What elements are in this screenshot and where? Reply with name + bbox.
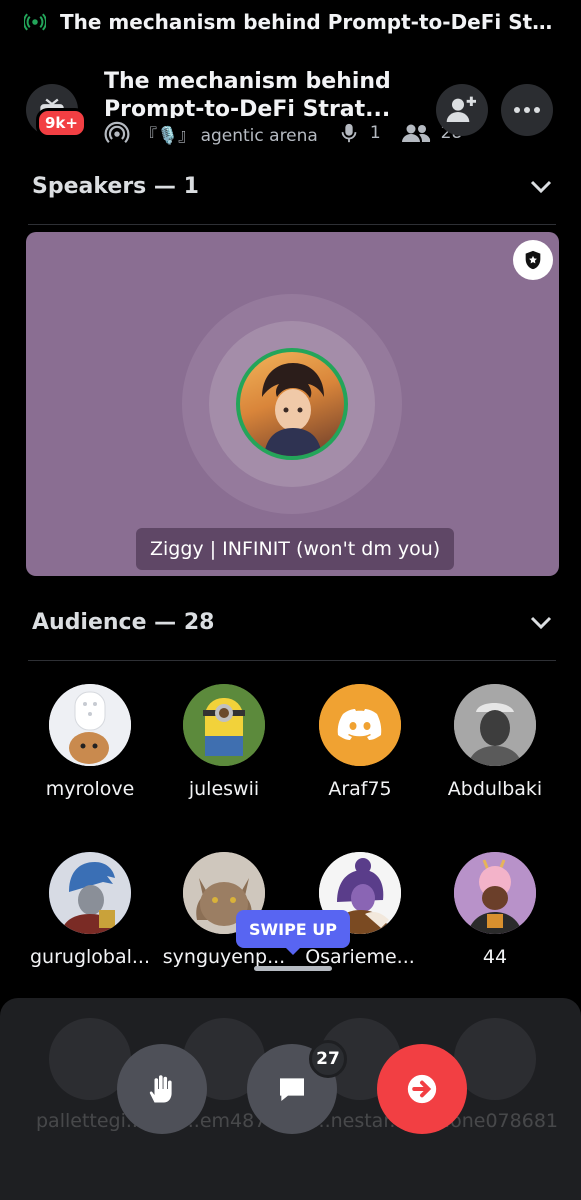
channel-name: 『🎙️』 agentic arena xyxy=(140,125,318,146)
member-avatar xyxy=(454,684,536,766)
stage-meta: 『🎙️』 agentic arena 1 28 xyxy=(104,120,462,146)
member-avatar xyxy=(319,684,401,766)
swipe-up-tooltip: SWIPE UP xyxy=(236,910,350,955)
status-bar: The mechanism behind Prompt-to-DeFi Stra… xyxy=(0,0,581,44)
invite-button[interactable] xyxy=(436,84,488,136)
controls-sheet: pallettegi... ...em487 ...nestar... ...o… xyxy=(0,998,581,1200)
microphone-icon xyxy=(341,123,357,143)
notification-badge: 9k+ xyxy=(36,108,87,138)
member-name: myrolove xyxy=(45,778,135,800)
more-icon xyxy=(514,107,540,113)
speaker-name: Ziggy | INFINIT (won't dm you) xyxy=(136,528,455,570)
member-name: guruglobal... xyxy=(29,946,151,968)
status-title: The mechanism behind Prompt-to-DeFi Stra… xyxy=(60,10,560,34)
member-name: juleswii xyxy=(188,778,260,800)
member-avatar xyxy=(183,684,265,766)
leave-stage-button[interactable] xyxy=(377,1044,467,1134)
audience-member[interactable]: Abdulbaki xyxy=(425,684,565,800)
audience-member[interactable]: juleswii xyxy=(154,684,294,800)
moderator-badge xyxy=(513,240,553,280)
chevron-down-icon xyxy=(530,616,552,629)
audience-member[interactable]: guruglobal... xyxy=(20,852,160,968)
people-icon xyxy=(401,124,430,142)
speakers-divider xyxy=(28,224,556,225)
audience-heading: Audience — 28 xyxy=(32,610,215,635)
discord-icon xyxy=(319,684,401,766)
audience-member[interactable]: myrolove xyxy=(20,684,160,800)
member-avatar xyxy=(454,852,536,934)
member-name: Osarieme... xyxy=(305,946,415,968)
unread-badge: 27 xyxy=(309,1040,347,1078)
member-name: Abdulbaki xyxy=(447,778,543,800)
member-name: 44 xyxy=(482,946,508,968)
raise-hand-icon xyxy=(149,1075,172,1103)
speakers-heading: Speakers — 1 xyxy=(32,174,199,199)
chevron-down-icon xyxy=(530,180,552,193)
speaker-avatar xyxy=(236,348,348,460)
shield-icon xyxy=(525,250,541,270)
more-options-button[interactable] xyxy=(501,84,553,136)
chat-button[interactable]: 27 xyxy=(247,1040,347,1134)
leave-arrow-icon xyxy=(407,1074,437,1104)
speaker-count: 1 xyxy=(369,123,381,143)
member-name: synguyenp... xyxy=(162,946,286,968)
audience-section-header[interactable]: Audience — 28 xyxy=(32,610,552,635)
stage-icon xyxy=(104,121,130,143)
member-name: Araf75 xyxy=(328,778,392,800)
live-stage-icon xyxy=(24,13,46,31)
audience-divider xyxy=(28,660,556,661)
swipe-handle[interactable] xyxy=(254,966,332,971)
speakers-section-header[interactable]: Speakers — 1 xyxy=(32,174,552,199)
stage-header: 9k+ The mechanism behind Prompt-to-DeFi … xyxy=(0,60,581,160)
audience-member[interactable]: 44 xyxy=(425,852,565,968)
stage-title: The mechanism behind Prompt-to-DeFi Stra… xyxy=(104,69,391,118)
member-avatar xyxy=(49,852,131,934)
member-avatar xyxy=(49,684,131,766)
add-user-icon xyxy=(446,96,476,122)
chat-bubble-icon xyxy=(280,1078,304,1101)
raise-hand-button[interactable] xyxy=(117,1044,207,1134)
speaker-tile[interactable]: Ziggy | INFINIT (won't dm you) xyxy=(26,232,559,576)
audience-member[interactable]: Araf75 xyxy=(290,684,430,800)
